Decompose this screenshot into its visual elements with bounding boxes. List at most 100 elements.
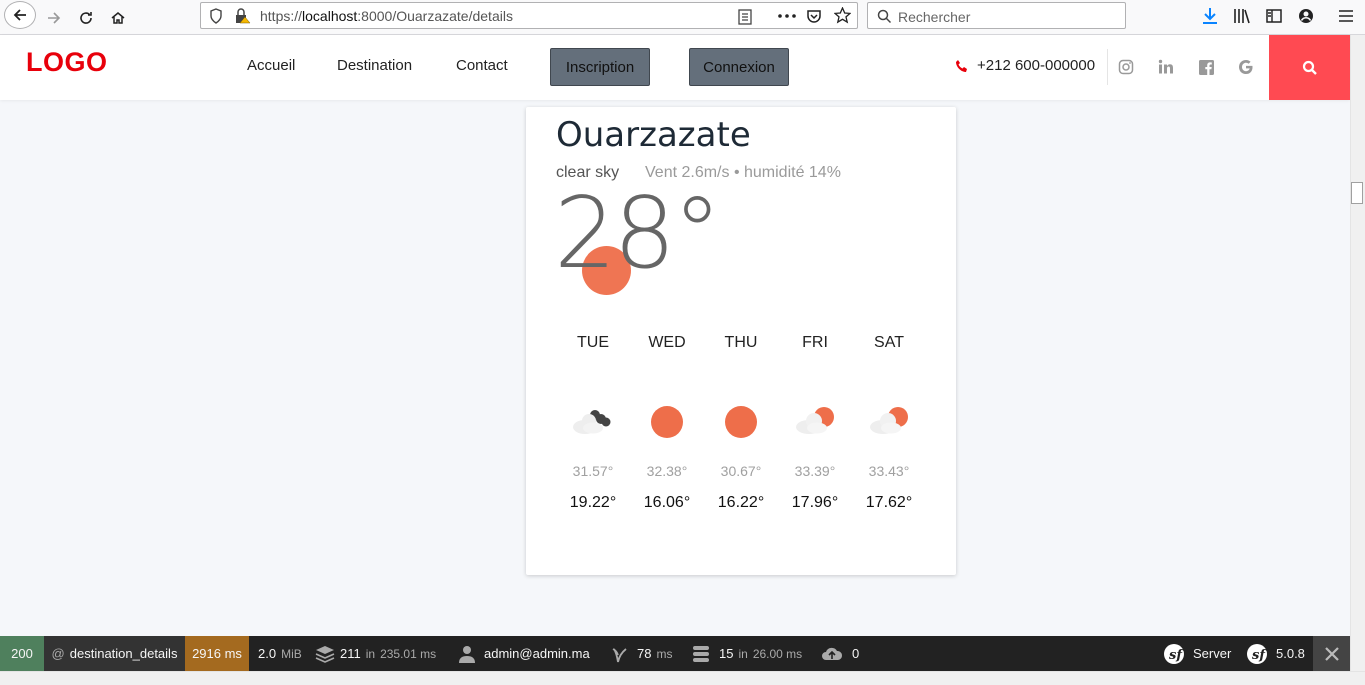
menu-button[interactable] — [1335, 5, 1357, 27]
linkedin-link[interactable] — [1156, 57, 1176, 77]
download-icon — [1203, 8, 1217, 24]
vertical-scrollbar[interactable] — [1350, 35, 1365, 671]
home-button[interactable] — [104, 4, 132, 32]
forecast-day: WED — [648, 334, 686, 351]
forecast-high: 33.43° — [868, 463, 910, 479]
horizontal-scrollbar[interactable] — [0, 671, 1365, 685]
twig-time[interactable]: 78 ms — [612, 636, 672, 671]
forecast-low: 16.06° — [643, 494, 691, 511]
route-name[interactable]: @ destination_details — [44, 636, 185, 671]
forecast-day: THU — [724, 334, 758, 351]
sun-icon — [711, 397, 771, 447]
more-actions-icon — [778, 14, 796, 18]
search-icon — [877, 9, 892, 24]
instagram-link[interactable] — [1116, 57, 1136, 77]
request-time[interactable]: 2916 ms — [185, 636, 249, 671]
phone-contact[interactable]: +212 600-000000 — [955, 57, 1095, 74]
twig-icon — [612, 647, 627, 662]
nav-contact[interactable]: Contact — [456, 57, 508, 74]
google-link[interactable] — [1236, 57, 1256, 77]
facebook-link[interactable] — [1196, 57, 1216, 77]
forward-arrow-icon — [48, 12, 61, 24]
partly-cloudy-day-icon — [785, 397, 845, 447]
bookmark-star-icon — [834, 7, 851, 24]
status-code[interactable]: 200 — [0, 636, 44, 671]
browser-toolbar: https://localhost:8000/Ouarzazate/detail… — [0, 0, 1365, 35]
phone-icon — [956, 59, 967, 72]
symfony-debug-toolbar: 200 @ destination_details 2916 ms 2.0 MiB … — [0, 636, 1350, 671]
partly-cloudy-day-icon — [859, 397, 919, 447]
cache-layers-icon — [315, 645, 335, 663]
hamburger-icon — [1339, 10, 1353, 22]
memory-usage[interactable]: 2.0 MiB — [258, 636, 302, 671]
back-arrow-icon — [13, 9, 26, 21]
user-icon — [459, 645, 475, 663]
forecast-day: FRI — [802, 334, 828, 351]
forecast-high: 33.39° — [794, 463, 836, 479]
phone-number: +212 600-000000 — [977, 57, 1096, 74]
close-icon — [1324, 646, 1339, 661]
svg-text:sf: sf — [1252, 648, 1267, 663]
ajax-requests[interactable]: 0 — [821, 636, 859, 671]
forecast-low: 19.22° — [569, 494, 617, 511]
current-temperature: 28° — [554, 177, 722, 291]
library-button[interactable] — [1231, 5, 1253, 27]
forecast-low: 17.96° — [791, 494, 839, 511]
database-icon — [693, 645, 709, 662]
close-toolbar-button[interactable] — [1313, 636, 1350, 671]
home-icon — [111, 12, 125, 24]
forecast-day: TUE — [577, 334, 609, 351]
symfony-logo-icon: sf — [1164, 643, 1184, 664]
site-search-button[interactable] — [1269, 35, 1350, 100]
inscription-button[interactable]: Inscription — [550, 48, 650, 86]
logo[interactable]: LOGO — [26, 47, 108, 78]
site-header: LOGO Accueil Destination Contact Inscrip… — [0, 35, 1350, 100]
back-button[interactable] — [4, 1, 36, 29]
account-icon — [1299, 9, 1313, 23]
reload-icon — [80, 12, 92, 24]
shield-icon — [210, 8, 222, 24]
symfony-logo-icon: sf — [1247, 643, 1267, 664]
facebook-icon — [1198, 59, 1214, 75]
connexion-button[interactable]: Connexion — [689, 48, 789, 86]
weather-card: Ouarzazate clear sky Vent 2.6m/s • humid… — [526, 107, 956, 575]
nav-destination[interactable]: Destination — [337, 57, 412, 74]
sun-icon — [637, 397, 697, 447]
database-queries[interactable]: 15 in 26.00 ms — [692, 636, 802, 671]
search-bar[interactable]: Rechercher — [867, 2, 1126, 29]
url-text: https://localhost:8000/Ouarzazate/detail… — [260, 8, 513, 24]
partly-cloudy-night-icon — [563, 397, 623, 447]
forecast-low: 16.22° — [717, 494, 765, 511]
reload-button[interactable] — [72, 4, 100, 32]
forward-button[interactable] — [40, 4, 68, 32]
linkedin-icon — [1158, 59, 1173, 74]
insecure-lock-icon — [236, 8, 251, 24]
forecast-high: 32.38° — [646, 463, 688, 479]
symfony-version[interactable]: sf 5.0.8 — [1247, 636, 1305, 671]
url-bar[interactable]: https://localhost:8000/Ouarzazate/detail… — [200, 2, 858, 29]
forecast-low: 17.62° — [865, 494, 913, 511]
vertical-scroll-thumb[interactable] — [1351, 182, 1363, 204]
search-icon — [1302, 60, 1317, 75]
server-info[interactable]: sf Server — [1164, 636, 1231, 671]
search-placeholder: Rechercher — [898, 9, 971, 25]
logged-user[interactable]: admin@admin.ma — [459, 636, 590, 671]
cache-stats[interactable]: 211 in 235.01 ms — [315, 636, 436, 671]
nav-accueil[interactable]: Accueil — [247, 57, 295, 74]
forecast-day: SAT — [874, 334, 904, 351]
city-name: Ouarzazate — [556, 115, 751, 155]
header-divider — [1107, 49, 1108, 85]
svg-text:sf: sf — [1169, 648, 1184, 663]
downloads-button[interactable] — [1199, 5, 1221, 27]
sidebar-icon — [1266, 9, 1282, 23]
pocket-icon — [807, 10, 821, 23]
google-icon — [1239, 60, 1253, 74]
forecast-high: 30.67° — [720, 463, 762, 479]
forecast-high: 31.57° — [572, 463, 614, 479]
instagram-icon — [1118, 59, 1134, 75]
cloud-upload-icon — [822, 647, 843, 660]
library-icon — [1234, 9, 1250, 24]
account-button[interactable] — [1295, 5, 1317, 27]
sidebar-button[interactable] — [1263, 5, 1285, 27]
reader-view-icon — [738, 9, 752, 25]
